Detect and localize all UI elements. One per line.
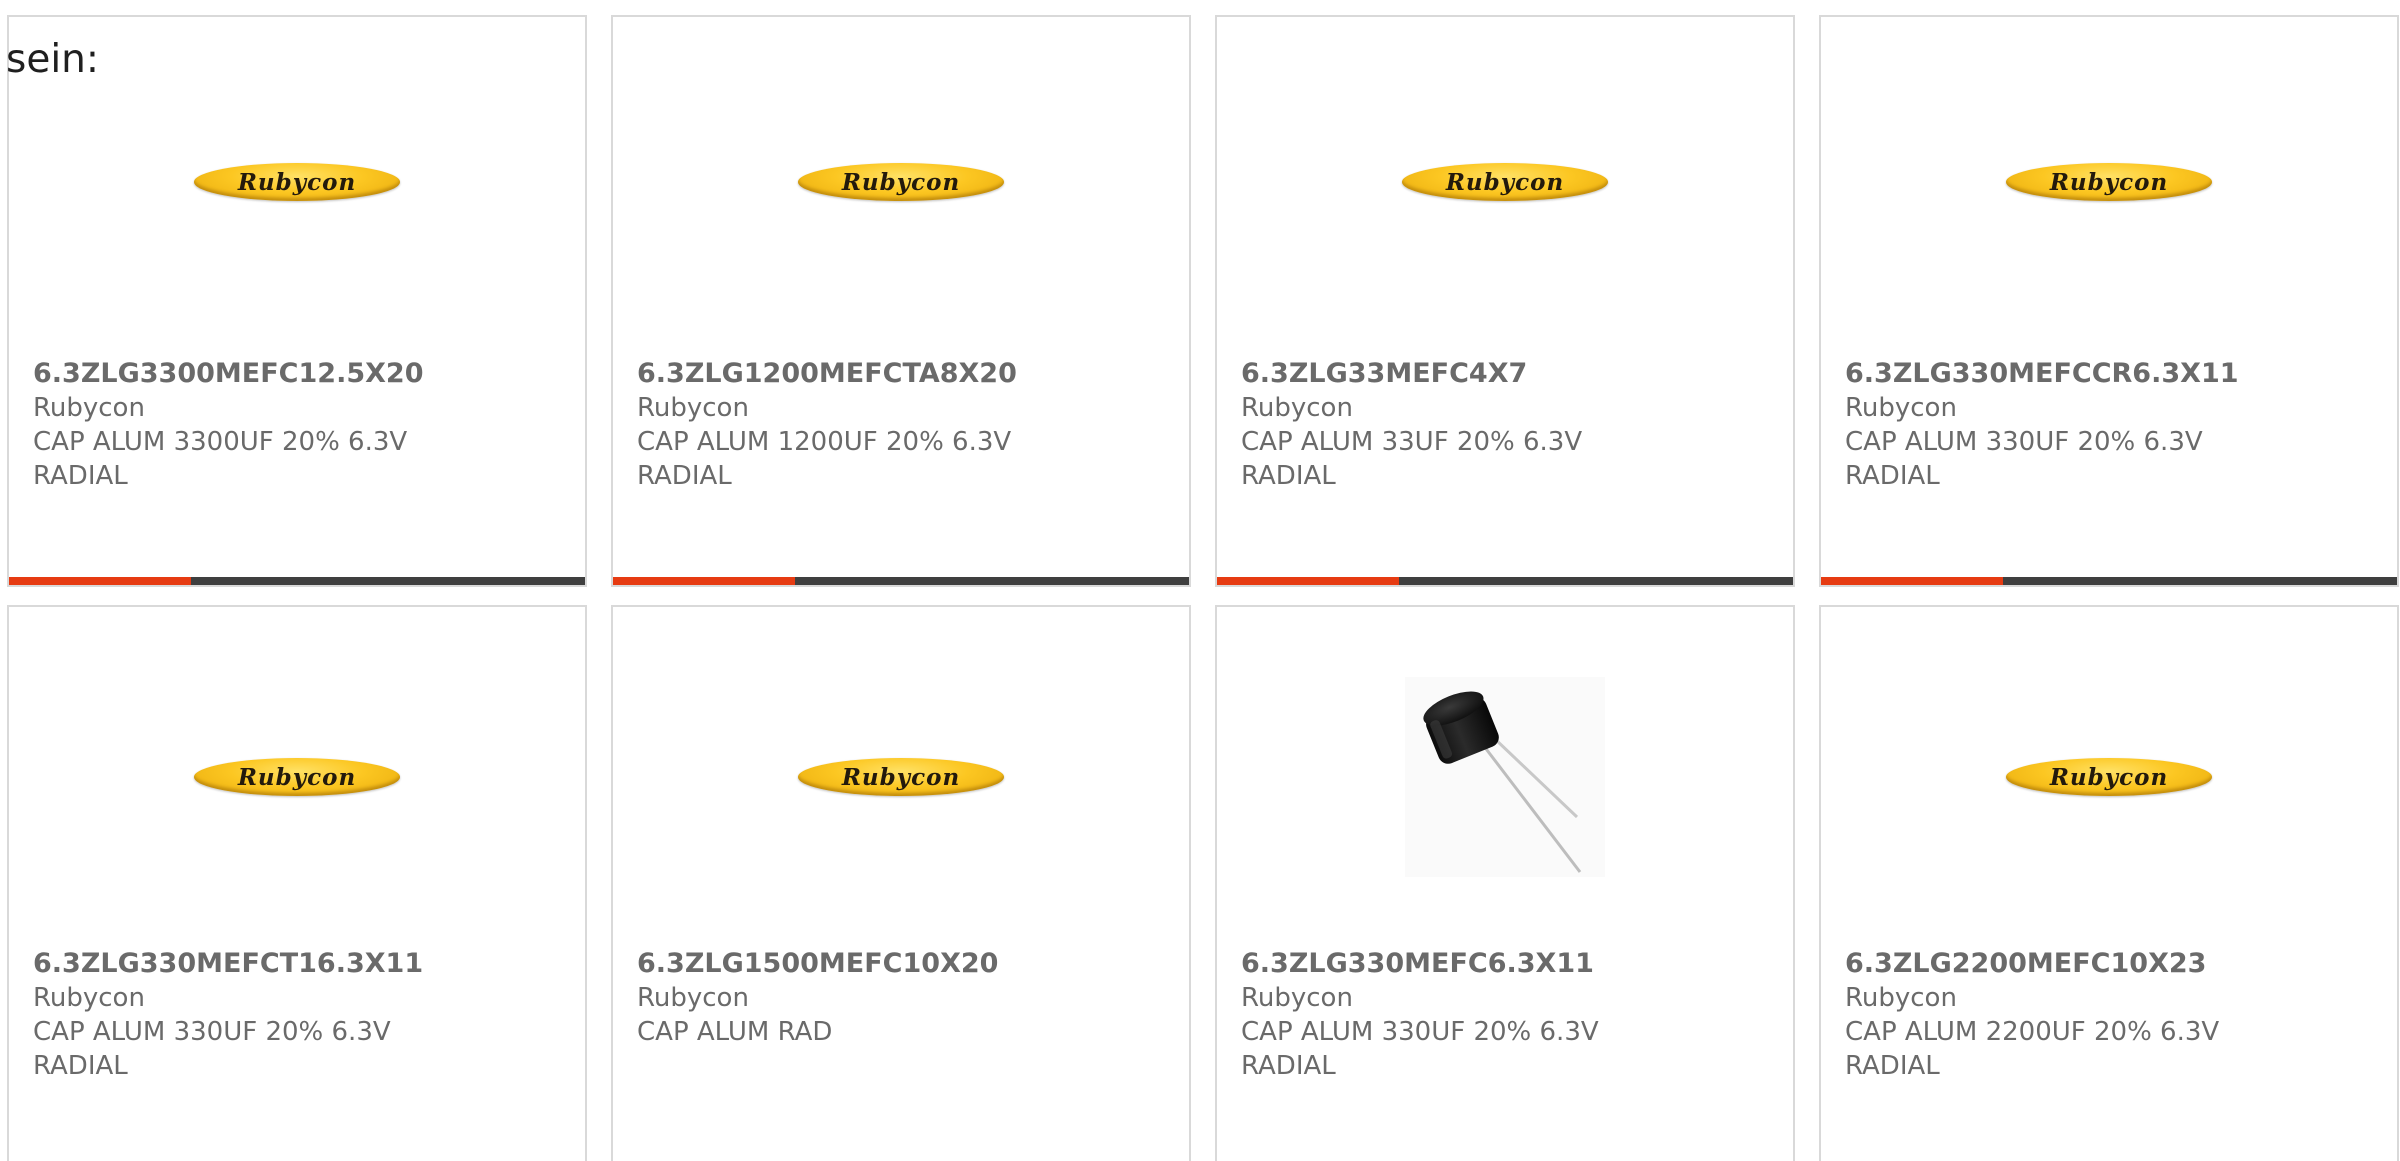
product-grid: Rubycon 6.3ZLG3300MEFC12.5X20 Rubycon CA… bbox=[0, 0, 2400, 1161]
product-image[interactable]: Rubycon bbox=[1821, 667, 2397, 887]
product-info: 6.3ZLG330MEFC6.3X11 Rubycon CAP ALUM 330… bbox=[1241, 947, 1773, 1083]
manufacturer-name: Rubycon bbox=[1241, 983, 1353, 1013]
manufacturer-name: Rubycon bbox=[1845, 393, 1957, 423]
manufacturer-name: Rubycon bbox=[1845, 983, 1957, 1013]
product-description-line2: RADIAL bbox=[1845, 461, 1940, 491]
product-info: 6.3ZLG2200MEFC10X23 Rubycon CAP ALUM 220… bbox=[1845, 947, 2377, 1083]
card-bottom-bar bbox=[1821, 577, 2397, 585]
product-description: CAP ALUM 2200UF 20% 6.3V bbox=[1845, 1017, 2220, 1047]
product-image[interactable]: Rubycon bbox=[9, 667, 585, 887]
part-number-link[interactable]: 6.3ZLG1500MEFC10X20 bbox=[637, 947, 1169, 981]
product-info: 6.3ZLG1200MEFCTA8X20 Rubycon CAP ALUM 12… bbox=[637, 357, 1169, 493]
rubycon-logo: Rubycon bbox=[194, 163, 400, 201]
capacitor-photo-icon bbox=[1405, 677, 1605, 877]
intro-text: sein: bbox=[6, 37, 100, 82]
rubycon-logo: Rubycon bbox=[2006, 758, 2212, 796]
card-bottom-bar bbox=[613, 577, 1189, 585]
rubycon-logo: Rubycon bbox=[798, 758, 1004, 796]
product-info: 6.3ZLG1500MEFC10X20 Rubycon CAP ALUM RAD bbox=[637, 947, 1169, 1049]
product-card[interactable]: Rubycon 6.3ZLG330MEFCCR6.3X11 Rubycon CA… bbox=[1819, 15, 2399, 587]
product-info: 6.3ZLG330MEFCT16.3X11 Rubycon CAP ALUM 3… bbox=[33, 947, 565, 1083]
product-description-line2: RADIAL bbox=[33, 461, 128, 491]
product-image[interactable]: Rubycon bbox=[1217, 72, 1793, 292]
product-description-line2: RADIAL bbox=[1845, 1051, 1940, 1081]
manufacturer-name: Rubycon bbox=[637, 983, 749, 1013]
product-card[interactable]: Rubycon 6.3ZLG1200MEFCTA8X20 Rubycon CAP… bbox=[611, 15, 1191, 587]
product-image[interactable]: Rubycon bbox=[1821, 72, 2397, 292]
product-grid-page: sein: Rubycon 6.3ZLG3300MEFC12.5X20 Ruby… bbox=[0, 0, 2400, 1161]
product-image[interactable] bbox=[1217, 667, 1793, 887]
product-info: 6.3ZLG330MEFCCR6.3X11 Rubycon CAP ALUM 3… bbox=[1845, 357, 2377, 493]
card-bottom-bar bbox=[1217, 577, 1793, 585]
manufacturer-name: Rubycon bbox=[33, 983, 145, 1013]
part-number-link[interactable]: 6.3ZLG330MEFCT16.3X11 bbox=[33, 947, 565, 981]
part-number-link[interactable]: 6.3ZLG330MEFC6.3X11 bbox=[1241, 947, 1773, 981]
product-description: CAP ALUM 330UF 20% 6.3V bbox=[1845, 427, 2203, 457]
product-info: 6.3ZLG33MEFC4X7 Rubycon CAP ALUM 33UF 20… bbox=[1241, 357, 1773, 493]
rubycon-logo: Rubycon bbox=[194, 758, 400, 796]
product-card[interactable]: Rubycon 6.3ZLG3300MEFC12.5X20 Rubycon CA… bbox=[7, 15, 587, 587]
part-number-link[interactable]: 6.3ZLG33MEFC4X7 bbox=[1241, 357, 1773, 391]
part-number-link[interactable]: 6.3ZLG3300MEFC12.5X20 bbox=[33, 357, 565, 391]
manufacturer-name: Rubycon bbox=[637, 393, 749, 423]
card-bar-accent bbox=[613, 577, 795, 585]
product-image[interactable]: Rubycon bbox=[9, 72, 585, 292]
product-card[interactable]: Rubycon 6.3ZLG1500MEFC10X20 Rubycon CAP … bbox=[611, 605, 1191, 1161]
product-description: CAP ALUM RAD bbox=[637, 1017, 833, 1047]
manufacturer-name: Rubycon bbox=[33, 393, 145, 423]
product-image[interactable]: Rubycon bbox=[613, 72, 1189, 292]
card-bar-accent bbox=[1821, 577, 2003, 585]
part-number-link[interactable]: 6.3ZLG330MEFCCR6.3X11 bbox=[1845, 357, 2377, 391]
product-card[interactable]: Rubycon 6.3ZLG2200MEFC10X23 Rubycon CAP … bbox=[1819, 605, 2399, 1161]
product-card[interactable]: Rubycon 6.3ZLG330MEFCT16.3X11 Rubycon CA… bbox=[7, 605, 587, 1161]
product-description: CAP ALUM 330UF 20% 6.3V bbox=[1241, 1017, 1599, 1047]
product-description: CAP ALUM 3300UF 20% 6.3V bbox=[33, 427, 408, 457]
card-bar-accent bbox=[9, 577, 191, 585]
part-number-link[interactable]: 6.3ZLG2200MEFC10X23 bbox=[1845, 947, 2377, 981]
rubycon-logo: Rubycon bbox=[798, 163, 1004, 201]
rubycon-logo: Rubycon bbox=[1402, 163, 1608, 201]
product-card[interactable]: Rubycon 6.3ZLG33MEFC4X7 Rubycon CAP ALUM… bbox=[1215, 15, 1795, 587]
product-description: CAP ALUM 330UF 20% 6.3V bbox=[33, 1017, 391, 1047]
product-description: CAP ALUM 33UF 20% 6.3V bbox=[1241, 427, 1583, 457]
product-description-line2: RADIAL bbox=[637, 461, 732, 491]
part-number-link[interactable]: 6.3ZLG1200MEFCTA8X20 bbox=[637, 357, 1169, 391]
product-description-line2: RADIAL bbox=[1241, 461, 1336, 491]
product-info: 6.3ZLG3300MEFC12.5X20 Rubycon CAP ALUM 3… bbox=[33, 357, 565, 493]
manufacturer-name: Rubycon bbox=[1241, 393, 1353, 423]
rubycon-logo: Rubycon bbox=[2006, 163, 2212, 201]
card-bar-accent bbox=[1217, 577, 1399, 585]
product-description: CAP ALUM 1200UF 20% 6.3V bbox=[637, 427, 1012, 457]
product-card[interactable]: 6.3ZLG330MEFC6.3X11 Rubycon CAP ALUM 330… bbox=[1215, 605, 1795, 1161]
product-description-line2: RADIAL bbox=[33, 1051, 128, 1081]
product-description-line2: RADIAL bbox=[1241, 1051, 1336, 1081]
card-bottom-bar bbox=[9, 577, 585, 585]
product-image[interactable]: Rubycon bbox=[613, 667, 1189, 887]
